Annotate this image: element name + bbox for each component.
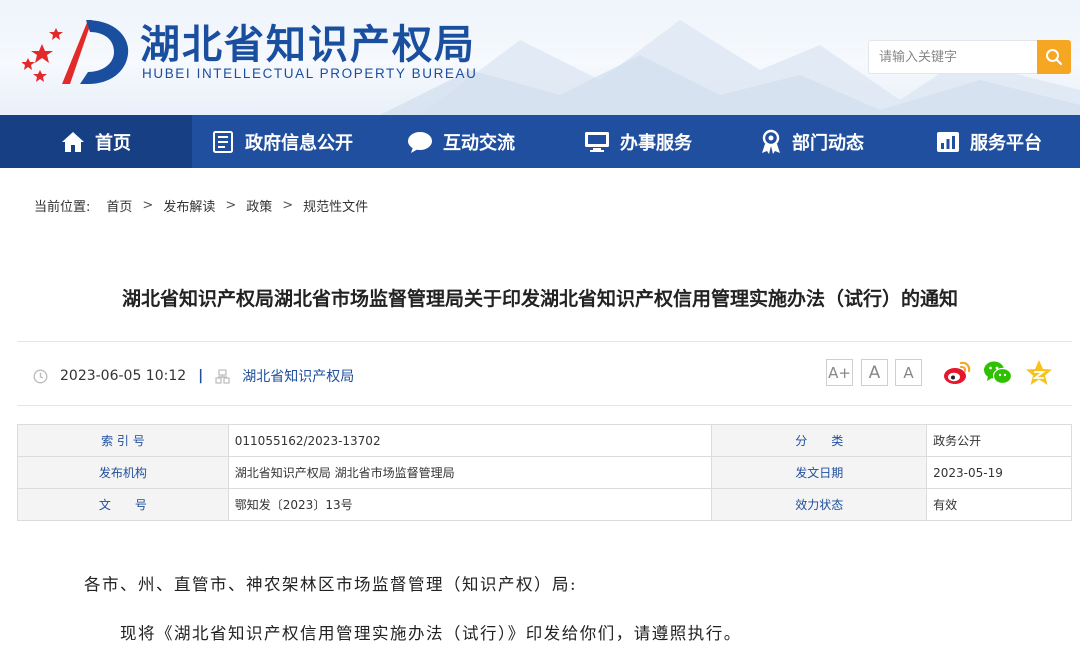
table-value: 湖北省知识产权局 湖北省市场监督管理局 bbox=[227, 456, 713, 489]
home-icon bbox=[62, 131, 84, 152]
table-row: 发布机构 湖北省知识产权局 湖北省市场监督管理局 发文日期 2023-05-19 bbox=[17, 456, 1072, 489]
breadcrumb-item-normative[interactable]: 规范性文件 bbox=[303, 196, 368, 215]
award-person-icon bbox=[762, 129, 780, 154]
nav-item-interaction[interactable]: 互动交流 bbox=[372, 115, 550, 168]
breadcrumb-label: 当前位置: bbox=[34, 200, 91, 215]
nav-item-home[interactable]: 首页 bbox=[0, 115, 192, 168]
table-key: 分 类 bbox=[711, 424, 928, 457]
search-input[interactable] bbox=[868, 40, 1038, 74]
breadcrumb-item-release[interactable]: 发布解读 bbox=[163, 196, 215, 215]
table-value: 2023-05-19 bbox=[926, 456, 1072, 489]
search-button[interactable] bbox=[1037, 40, 1071, 74]
table-key: 文 号 bbox=[17, 488, 229, 521]
nav-label: 首页 bbox=[95, 132, 131, 154]
article-title: 湖北省知识产权局湖北省市场监督管理局关于印发湖北省知识产权信用管理实施办法（试行… bbox=[121, 288, 958, 310]
publisher-name: 湖北省知识产权局 bbox=[242, 369, 355, 385]
nav-label: 部门动态 bbox=[792, 132, 864, 154]
breadcrumb-item-home[interactable]: 首页 bbox=[106, 196, 132, 215]
table-value: 有效 bbox=[926, 488, 1072, 521]
nav-item-service-platform[interactable]: 服务平台 bbox=[898, 115, 1080, 168]
search-icon bbox=[1046, 49, 1063, 66]
nav-label: 办事服务 bbox=[620, 132, 692, 154]
font-increase-label: A+ bbox=[828, 363, 851, 382]
divider bbox=[17, 405, 1072, 406]
document-info-table: 索 引 号 011055162/2023-13702 分 类 政务公开 发布机构… bbox=[17, 424, 1072, 521]
nav-label: 服务平台 bbox=[970, 132, 1042, 154]
publish-datetime: 2023-06-05 10:12 bbox=[60, 368, 187, 384]
meta-separator: | bbox=[198, 368, 204, 384]
font-reset-label: A bbox=[868, 362, 881, 383]
nav-label: 政府信息公开 bbox=[245, 132, 353, 154]
table-row: 文 号 鄂知发〔2023〕13号 效力状态 有效 bbox=[17, 488, 1072, 521]
breadcrumb: 当前位置: 首页 > 发布解读 > 政策 > 规范性文件 bbox=[34, 196, 368, 215]
bureau-logo bbox=[22, 20, 129, 84]
body-paragraph: 现将《湖北省知识产权信用管理实施办法（试行）》印发给你们，请遵照执行。 bbox=[120, 624, 742, 643]
main-nav: 首页 政府信息公开 互动交流 办事服务 部门动态 服务平台 bbox=[0, 115, 1080, 168]
breadcrumb-item-policy[interactable]: 政策 bbox=[246, 196, 272, 215]
breadcrumb-separator: > bbox=[282, 198, 294, 213]
qzone-icon[interactable] bbox=[1024, 358, 1054, 388]
divider bbox=[17, 341, 1072, 342]
body-salutation: 各市、州、直管市、神农架林区市场监督管理（知识产权）局: bbox=[84, 575, 578, 594]
document-list-icon bbox=[213, 130, 233, 153]
nav-item-gov-info[interactable]: 政府信息公开 bbox=[192, 115, 372, 168]
font-decrease-label: A bbox=[903, 363, 914, 382]
chat-bubble-icon bbox=[408, 131, 432, 153]
table-key: 效力状态 bbox=[711, 488, 928, 521]
table-value: 政务公开 bbox=[926, 424, 1072, 457]
table-row: 索 引 号 011055162/2023-13702 分 类 政务公开 bbox=[17, 424, 1072, 457]
nav-item-dept-news[interactable]: 部门动态 bbox=[726, 115, 898, 168]
site-title: 湖北省知识产权局 bbox=[140, 22, 476, 68]
font-increase-button[interactable]: A+ bbox=[826, 359, 853, 386]
font-decrease-button[interactable]: A bbox=[895, 359, 922, 386]
site-subtitle: HUBEI INTELLECTUAL PROPERTY BUREAU bbox=[142, 66, 478, 81]
table-value: 011055162/2023-13702 bbox=[227, 424, 713, 457]
nav-label: 互动交流 bbox=[443, 132, 515, 154]
table-key: 索 引 号 bbox=[17, 424, 229, 457]
monitor-icon bbox=[585, 131, 609, 152]
site-header: 湖北省知识产权局 HUBEI INTELLECTUAL PROPERTY BUR… bbox=[0, 0, 1080, 115]
table-key: 发文日期 bbox=[711, 456, 928, 489]
breadcrumb-separator: > bbox=[225, 198, 237, 213]
font-reset-button[interactable]: A bbox=[861, 359, 888, 386]
breadcrumb-separator: > bbox=[142, 198, 154, 213]
table-key: 发布机构 bbox=[17, 456, 229, 489]
wechat-icon[interactable] bbox=[983, 358, 1013, 388]
table-value: 鄂知发〔2023〕13号 bbox=[227, 488, 713, 521]
clock-icon bbox=[33, 369, 48, 383]
organization-icon bbox=[215, 368, 230, 384]
bar-chart-icon bbox=[937, 131, 959, 152]
nav-item-services[interactable]: 办事服务 bbox=[550, 115, 726, 168]
weibo-icon[interactable] bbox=[942, 358, 972, 388]
article-meta: 2023-06-05 10:12 | 湖北省知识产权局 bbox=[33, 366, 354, 386]
